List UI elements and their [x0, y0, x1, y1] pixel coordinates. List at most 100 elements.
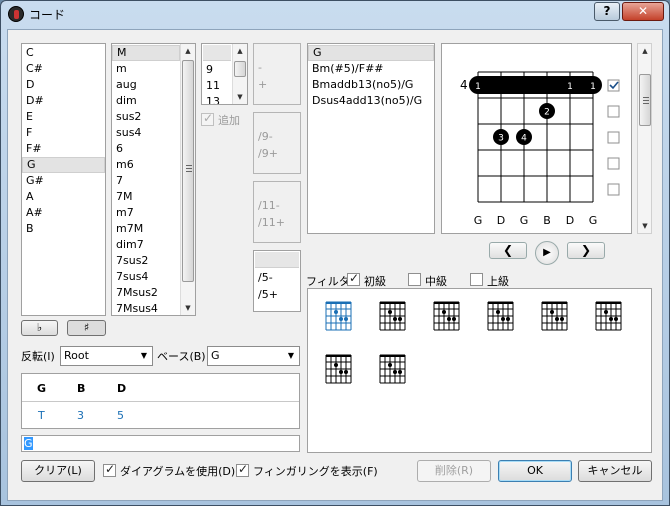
quality-list-item[interactable]: 7sus4	[112, 269, 180, 285]
scroll-up-icon[interactable]: ▲	[233, 44, 247, 58]
root-list-item[interactable]: E	[22, 109, 105, 125]
root-list[interactable]: C C# D D# E F F# G G# A A# B	[21, 43, 106, 316]
list-item[interactable]: 9	[202, 62, 232, 78]
chord-name-item[interactable]: G	[308, 45, 434, 61]
use-diagram-checkbox[interactable]	[103, 462, 116, 477]
voicing-thumbnail[interactable]	[316, 294, 358, 336]
inversion-select[interactable]: Root ▼	[60, 346, 153, 366]
voicing-thumbnail[interactable]	[478, 294, 520, 336]
quality-list-item[interactable]: 7	[112, 173, 180, 189]
extension-scrollbar[interactable]: ▲ ▼	[232, 44, 247, 104]
quality-list-item[interactable]: 7Msus2	[112, 285, 180, 301]
voicing-thumbnail[interactable]	[370, 294, 412, 336]
root-list-item[interactable]: G#	[22, 173, 105, 189]
scroll-thumb[interactable]	[639, 74, 651, 126]
quality-list-item[interactable]: M	[112, 45, 180, 61]
fret-checkbox[interactable]	[607, 157, 620, 170]
close-button[interactable]: ✕	[622, 2, 664, 21]
quality-list-item[interactable]: m6	[112, 157, 180, 173]
extension-blank-item[interactable]	[203, 45, 231, 61]
chord-name-item[interactable]: Bm(#5)/F##	[308, 61, 434, 77]
root-list-item[interactable]: D#	[22, 93, 105, 109]
voicing-thumbnails[interactable]	[307, 288, 652, 453]
play-button[interactable]: ▶	[535, 241, 559, 265]
clear-button[interactable]: クリア(L)	[21, 460, 95, 482]
cancel-button[interactable]: キャンセル	[578, 460, 652, 482]
quality-list-item[interactable]: sus2	[112, 109, 180, 125]
chord-input[interactable]: G	[21, 435, 300, 452]
chord-name-item[interactable]: Bmaddb13(no5)/G	[308, 77, 434, 93]
quality-list-item[interactable]: dim	[112, 93, 180, 109]
ok-button[interactable]: OK	[498, 460, 572, 482]
voicing-thumbnail[interactable]	[424, 294, 466, 336]
help-button[interactable]: ?	[594, 2, 620, 21]
quality-list-item[interactable]: m7M	[112, 221, 180, 237]
root-list-item[interactable]: C#	[22, 61, 105, 77]
quality-list-item[interactable]: sus4	[112, 125, 180, 141]
show-fingering-checkbox[interactable]	[236, 462, 249, 477]
quality-list-item[interactable]: 6	[112, 141, 180, 157]
filter-intermediate-checkbox[interactable]	[408, 273, 421, 286]
next-button[interactable]: ❯	[567, 242, 605, 259]
flat-button[interactable]: ♭	[21, 320, 58, 336]
quality-list-item[interactable]: m7	[112, 205, 180, 221]
voicing-thumbnail[interactable]	[586, 294, 628, 336]
quality-scrollbar[interactable]: ▲ ▼	[180, 44, 195, 315]
guitar-icon	[8, 6, 24, 22]
root-list-item[interactable]: C	[22, 45, 105, 61]
fret-checkbox[interactable]	[607, 183, 620, 196]
list-item[interactable]: /5-	[258, 271, 273, 284]
chord-name-item[interactable]: Dsus4add13(no5)/G	[308, 93, 434, 109]
quality-list-item[interactable]: m	[112, 61, 180, 77]
add-checkbox[interactable]	[201, 111, 214, 126]
show-fingering-label: フィンガリングを表示(F)	[253, 465, 378, 478]
scroll-thumb[interactable]	[234, 61, 246, 77]
scroll-up-icon[interactable]: ▲	[181, 44, 195, 58]
list-item[interactable]: /5+	[258, 288, 278, 301]
scroll-up-icon[interactable]: ▲	[638, 44, 652, 58]
string-name: G	[474, 214, 483, 227]
voicing-thumbnail[interactable]	[370, 347, 412, 389]
finger-label: 2	[544, 108, 550, 118]
chord-name-list[interactable]: G Bm(#5)/F## Bmaddb13(no5)/G Dsus4add13(no5…	[307, 43, 435, 234]
diagram-scrollbar[interactable]: ▲ ▼	[637, 43, 652, 234]
filter-beginner-checkbox[interactable]	[347, 271, 360, 286]
root-list-item[interactable]: G	[22, 157, 105, 173]
previous-button[interactable]: ❮	[489, 242, 527, 259]
root-list-item[interactable]: F	[22, 125, 105, 141]
alteration-blank-item[interactable]	[255, 252, 299, 268]
title-bar: コード ? ✕	[1, 1, 669, 27]
add-label: 追加	[218, 114, 240, 127]
filter-advanced-checkbox[interactable]	[470, 273, 483, 286]
dialog-body: C C# D D# E F F# G G# A A# B Mm aug dim sus2 sus4 6 m6 7 7M…	[7, 29, 663, 501]
scroll-down-icon[interactable]: ▼	[233, 90, 247, 104]
delete-button[interactable]: 削除(R)	[417, 460, 491, 482]
bass-select[interactable]: G ▼	[207, 346, 300, 366]
list-item[interactable]: 13	[202, 94, 232, 104]
root-list-item[interactable]: F#	[22, 141, 105, 157]
voicing-thumbnail[interactable]	[532, 294, 574, 336]
root-list-item[interactable]: A	[22, 189, 105, 205]
root-list-item[interactable]: B	[22, 221, 105, 237]
voicing-thumbnail[interactable]	[316, 347, 358, 389]
fret-checkbox[interactable]	[607, 131, 620, 144]
extension-list[interactable]: 9 11 13 ▲ ▼	[201, 43, 248, 105]
list-item[interactable]: 11	[202, 78, 232, 94]
fret-checkbox[interactable]	[607, 105, 620, 118]
quality-list[interactable]: Mm aug dim sus2 sus4 6 m6 7 7M m7 m7M dim7 7sus2 7sus…	[111, 43, 196, 316]
chord-dialog: コード ? ✕ C C# D D# E F F# G G# A A# B Mm aug dim sus2 su…	[0, 0, 670, 506]
scroll-thumb[interactable]	[182, 60, 194, 282]
quality-list-item[interactable]: 7M	[112, 189, 180, 205]
quality-list-item[interactable]: 7sus2	[112, 253, 180, 269]
chevron-down-icon: ▼	[140, 351, 148, 360]
chord-diagram[interactable]: 4 1 1 123 4G D G B D G	[442, 44, 631, 233]
sharp-button[interactable]: ♯	[67, 320, 106, 336]
quality-list-item[interactable]: dim7	[112, 237, 180, 253]
scroll-down-icon[interactable]: ▼	[638, 219, 652, 233]
root-list-item[interactable]: D	[22, 77, 105, 93]
quality-list-item[interactable]: 7Msus4	[112, 301, 180, 315]
root-list-item[interactable]: A#	[22, 205, 105, 221]
scroll-down-icon[interactable]: ▼	[181, 301, 195, 315]
quality-list-item[interactable]: aug	[112, 77, 180, 93]
alteration-list-4[interactable]: /5- /5+	[253, 250, 301, 312]
